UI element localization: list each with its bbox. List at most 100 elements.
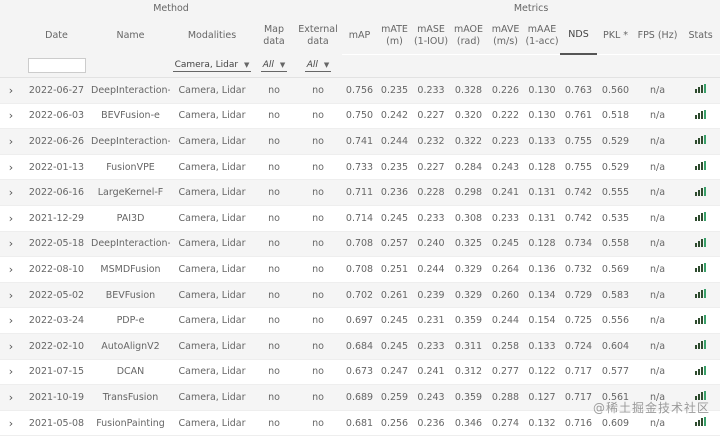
stats-cell <box>681 231 720 258</box>
chevron-right-icon[interactable]: › <box>9 314 13 327</box>
col-map-data[interactable]: Map data <box>254 17 294 54</box>
chevron-right-icon[interactable]: › <box>9 263 13 276</box>
row-map: 0.750 <box>342 103 378 130</box>
col-mave-line1: mAVE <box>491 23 520 35</box>
bar-chart-icon[interactable] <box>695 365 707 375</box>
expand-cell: › <box>0 154 22 181</box>
row-fps: n/a <box>634 128 682 155</box>
row-date: 2021-05-08 <box>22 410 91 436</box>
chevron-right-icon[interactable]: › <box>9 365 13 378</box>
table-row[interactable]: › 2022-06-16 LargeKernel-F Camera, Lidar no n… <box>0 179 720 206</box>
bar-chart-icon[interactable] <box>695 417 707 427</box>
col-date[interactable]: Date <box>22 17 91 54</box>
col-maae[interactable]: mAAE (1-acc) <box>524 17 561 54</box>
chevron-right-icon[interactable]: › <box>9 135 13 148</box>
table-row[interactable]: › 2022-02-10 AutoAlignV2 Camera, Lidar no no 0… <box>0 333 720 360</box>
col-maoe[interactable]: mAOE (rad) <box>450 17 488 54</box>
row-maoe: 0.311 <box>450 333 488 360</box>
col-map[interactable]: mAP <box>342 17 378 54</box>
col-pkl[interactable]: PKL * <box>597 17 635 54</box>
bar-chart-icon[interactable] <box>695 84 707 94</box>
expand-cell: › <box>0 282 22 309</box>
stats-cell <box>681 77 720 104</box>
expand-cell: › <box>0 333 22 360</box>
row-mase: 0.239 <box>412 282 451 309</box>
expand-cell: › <box>0 256 22 283</box>
col-maae-line2: (1-acc) <box>525 35 559 47</box>
row-nds: 0.717 <box>560 359 598 386</box>
row-maoe: 0.359 <box>450 307 488 334</box>
external-data-filter-select[interactable]: All ▼ <box>304 59 332 72</box>
col-mate[interactable]: mATE (m) <box>377 17 413 54</box>
bar-chart-icon[interactable] <box>695 161 707 171</box>
row-map: 0.756 <box>342 77 378 104</box>
modalities-filter-select[interactable]: Camera, Lidar ▼ <box>172 59 252 72</box>
col-fps[interactable]: FPS (Hz) <box>634 17 682 54</box>
expand-column-header <box>0 17 22 54</box>
row-external-data: no <box>294 205 343 232</box>
table-row[interactable]: › 2022-05-02 BEVFusion Camera, Lidar no no 0.7… <box>0 282 720 309</box>
table-row[interactable]: › 2021-12-29 PAI3D Camera, Lidar no no 0.714 0.… <box>0 205 720 232</box>
row-maoe: 0.312 <box>450 359 488 386</box>
map-data-filter-cell: All ▼ <box>254 54 294 78</box>
col-modalities[interactable]: Modalities <box>170 17 254 54</box>
col-external-data[interactable]: External data <box>294 17 343 54</box>
chevron-right-icon[interactable]: › <box>9 289 13 302</box>
row-map-data: no <box>254 410 294 436</box>
stats-cell <box>681 282 720 309</box>
bar-chart-icon[interactable] <box>695 109 707 119</box>
row-map-data: no <box>254 333 294 360</box>
chevron-right-icon[interactable]: › <box>9 212 13 225</box>
table-row[interactable]: › 2022-03-24 PDP-e Camera, Lidar no no 0.697 0.… <box>0 307 720 334</box>
row-maoe: 0.284 <box>450 154 488 181</box>
bar-chart-icon[interactable] <box>695 135 707 145</box>
chevron-right-icon[interactable]: › <box>9 417 13 430</box>
col-map-data-line2: data <box>263 35 285 47</box>
col-mase[interactable]: mASE (1-IOU) <box>412 17 451 54</box>
row-modalities: Camera, Lidar <box>170 205 254 232</box>
table-row[interactable]: › 2022-08-10 MSMDFusion Camera, Lidar no no 0.… <box>0 256 720 283</box>
row-maoe: 0.325 <box>450 231 488 258</box>
bar-chart-icon[interactable] <box>695 340 707 350</box>
table-row[interactable]: › 2022-01-13 FusionVPE Camera, Lidar no no 0.7… <box>0 154 720 181</box>
chevron-right-icon[interactable]: › <box>9 186 13 199</box>
row-map: 0.708 <box>342 231 378 258</box>
bar-chart-icon[interactable] <box>695 263 707 273</box>
row-mase: 0.243 <box>412 384 451 411</box>
row-maoe: 0.298 <box>450 179 488 206</box>
date-filter-input[interactable] <box>27 58 86 73</box>
chevron-right-icon[interactable]: › <box>9 237 13 250</box>
col-name[interactable]: Name <box>91 17 170 54</box>
row-maae: 0.133 <box>524 333 561 360</box>
chevron-right-icon[interactable]: › <box>9 161 13 174</box>
table-row[interactable]: › 2022-05-18DeepInteraction-baCamera, Lid… <box>0 231 720 258</box>
col-nds[interactable]: NDS <box>560 17 598 55</box>
bar-chart-icon[interactable] <box>695 314 707 324</box>
expand-cell: › <box>0 359 22 386</box>
table-row[interactable]: › 2021-07-15 DCAN Camera, Lidar no no 0.673 0.2… <box>0 359 720 386</box>
row-mate: 0.245 <box>377 333 413 360</box>
row-mave: 0.222 <box>487 103 525 130</box>
chevron-right-icon[interactable]: › <box>9 340 13 353</box>
col-mave[interactable]: mAVE (m/s) <box>487 17 525 54</box>
bar-chart-icon[interactable] <box>695 237 707 247</box>
bar-chart-icon[interactable] <box>695 212 707 222</box>
row-mase: 0.232 <box>412 128 451 155</box>
bar-chart-icon[interactable] <box>695 186 707 196</box>
row-nds: 0.755 <box>560 154 598 181</box>
row-maoe: 0.329 <box>450 282 488 309</box>
row-name: TransFusion <box>91 384 170 411</box>
chevron-right-icon[interactable]: › <box>9 84 13 97</box>
table-row[interactable]: › 2022-06-03 BEVFusion-e Camera, Lidar no no 0… <box>0 103 720 130</box>
table-row[interactable]: › 2022-06-26DeepInteraction-larCamera, Li… <box>0 128 720 155</box>
map-data-filter-select[interactable]: All ▼ <box>260 59 288 72</box>
chevron-right-icon[interactable]: › <box>9 109 13 122</box>
row-mase: 0.244 <box>412 256 451 283</box>
row-date: 2022-05-18 <box>22 231 91 258</box>
row-map: 0.741 <box>342 128 378 155</box>
chevron-right-icon[interactable]: › <box>9 391 13 404</box>
bar-chart-icon[interactable] <box>695 289 707 299</box>
row-map: 0.702 <box>342 282 378 309</box>
row-mase: 0.231 <box>412 307 451 334</box>
table-row[interactable]: › 2022-06-27 DeepInteraction-e Camera, Lida… <box>0 77 720 104</box>
